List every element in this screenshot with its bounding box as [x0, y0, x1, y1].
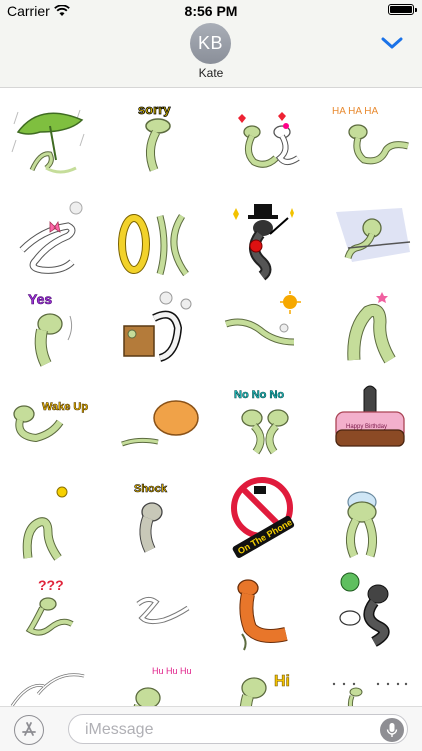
sticker-yes-text: Yes — [28, 291, 52, 307]
sticker-birthday[interactable]: Happy Birthday — [330, 382, 410, 462]
sticker-question-text: ??? — [38, 577, 64, 593]
microphone-icon — [386, 723, 398, 737]
status-time: 8:56 PM — [184, 3, 238, 19]
sticker-question[interactable]: ??? — [8, 574, 88, 654]
contact-avatar[interactable]: KB — [190, 23, 231, 64]
sticker-yes[interactable]: Yes — [12, 288, 92, 368]
sticker-no-no-no[interactable]: No No No — [226, 382, 306, 462]
sticker-ha-ha-ha[interactable]: HA HA HA — [330, 102, 410, 182]
sticker-no-text: No No No — [234, 389, 284, 401]
sticker-ok[interactable] — [114, 204, 194, 284]
app-store-button[interactable] — [14, 715, 44, 745]
sticker-birthday-text: Happy Birthday — [346, 424, 387, 430]
sticker-rain-leaf[interactable] — [10, 102, 90, 182]
sticker-sorry[interactable]: sorry — [116, 100, 196, 180]
sticker-box-fight[interactable] — [118, 288, 198, 368]
sticker-sketch[interactable] — [118, 578, 198, 658]
sticker-hu-text: Hu Hu Hu — [152, 666, 192, 676]
app-store-icon — [22, 722, 36, 736]
sticker-dots[interactable] — [328, 666, 408, 706]
sticker-bow-sigh[interactable] — [12, 200, 92, 280]
message-field[interactable] — [68, 714, 408, 744]
sticker-ha-text: HA HA HA — [332, 106, 378, 117]
sticker-wake-up[interactable]: Wake Up — [10, 384, 90, 464]
sticker-hi-text: Hi — [274, 673, 290, 690]
sticker-orange-snake[interactable] — [226, 572, 306, 652]
contact-name[interactable]: Kate — [0, 66, 422, 80]
sticker-hi[interactable]: Hi — [224, 662, 304, 706]
sticker-shock[interactable]: Shock — [118, 478, 198, 558]
microphone-button[interactable] — [380, 718, 404, 742]
sticker-star-shy[interactable] — [334, 288, 414, 368]
battery-icon — [388, 4, 417, 15]
chevron-down-icon[interactable] — [380, 35, 404, 51]
sticker-idea[interactable] — [14, 482, 94, 562]
message-input-bar — [0, 706, 422, 751]
status-bar: Carrier 8:56 PM — [0, 0, 422, 22]
sticker-sorry-text: sorry — [138, 102, 171, 117]
sticker-egg[interactable] — [118, 388, 199, 468]
sticker-sliding[interactable] — [332, 202, 412, 282]
sticker-frog-cobra[interactable] — [334, 568, 414, 648]
sticker-sunny-sleep[interactable] — [224, 290, 304, 370]
sticker-hu-hu-hu[interactable]: Hu Hu Hu — [120, 662, 200, 706]
sticker-wake-up-text: Wake Up — [42, 401, 88, 413]
sticker-shock-text: Shock — [134, 483, 168, 495]
sticker-brain[interactable] — [330, 482, 410, 562]
message-input[interactable] — [83, 720, 377, 740]
sticker-top-hat-rose[interactable] — [226, 200, 306, 281]
sticker-hearts-couple[interactable] — [226, 102, 306, 182]
sticker-grid: sorry HA HA HA Yes Wake Up No No No Happ… — [0, 88, 422, 706]
sticker-on-the-phone[interactable]: On The Phone — [224, 477, 304, 558]
sticker-squiggle[interactable] — [8, 666, 88, 706]
